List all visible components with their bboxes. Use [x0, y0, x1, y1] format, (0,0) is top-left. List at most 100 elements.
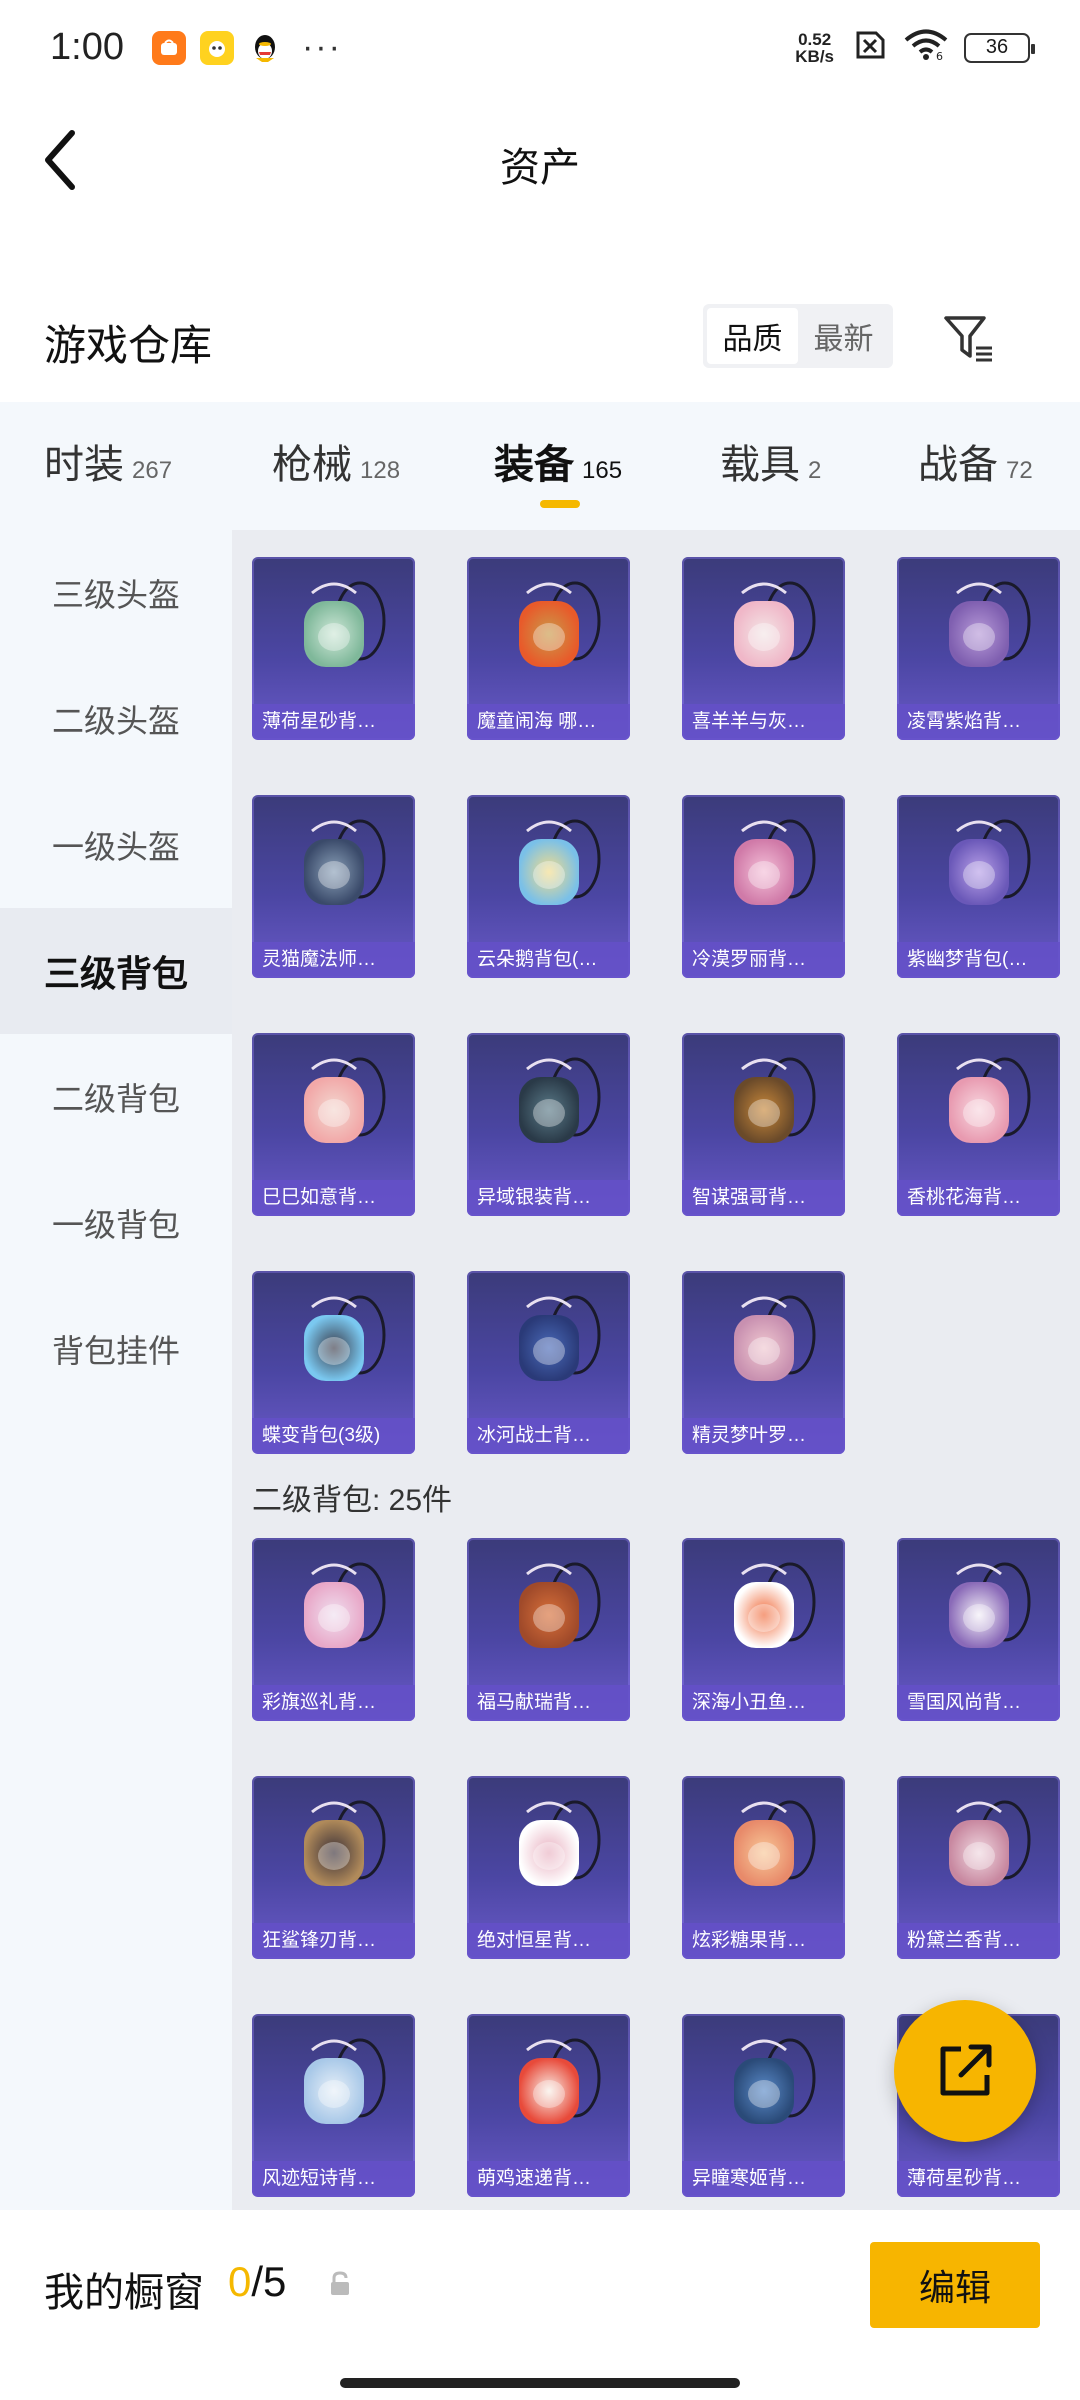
backpack-art-icon [519, 2038, 601, 2124]
item-card[interactable]: 蝶变背包(3级) [252, 1271, 415, 1454]
backpack-art-icon [519, 819, 601, 905]
edit-showcase-button[interactable]: 编辑 [870, 2242, 1040, 2328]
item-card-name: 智谋强哥背… [682, 1180, 845, 1216]
backpack-art-icon [304, 1057, 386, 1143]
item-card[interactable]: 粉黛兰香背… [897, 1776, 1060, 1959]
backpack-art-icon [519, 1295, 601, 1381]
item-card[interactable]: 炫彩糖果背… [682, 1776, 845, 1959]
item-card-name: 绝对恒星背… [467, 1923, 630, 1959]
tab-weapons[interactable]: 枪械 128 [272, 432, 400, 490]
showcase-bar: 我的橱窗 0/5 编辑 [0, 2210, 1080, 2400]
item-card[interactable]: 凌霄紫焰背… [897, 557, 1060, 740]
item-card[interactable]: 狂鲨锋刃背… [252, 1776, 415, 1959]
item-card[interactable]: 紫幽梦背包(… [897, 795, 1060, 978]
tab-label: 时装 [44, 443, 124, 487]
tab-count: 2 [808, 457, 822, 484]
item-card[interactable]: 深海小丑鱼… [682, 1538, 845, 1721]
item-card[interactable]: 雪国风尚背… [897, 1538, 1060, 1721]
item-card-name: 薄荷星砂背… [252, 704, 415, 740]
backpack-art-icon [734, 819, 816, 905]
status-bar: 1:00 ··· 0.52 KB/s 6 36 [0, 0, 1080, 95]
sort-by-quality-button[interactable]: 品质 [707, 308, 798, 364]
item-card[interactable]: 巳巳如意背… [252, 1033, 415, 1216]
network-speed: 0.52 KB/s [795, 31, 834, 65]
backpack-art-icon [734, 581, 816, 667]
item-card-name: 冰河战士背… [467, 1418, 630, 1454]
top-app-bar: 资产 [0, 95, 1080, 230]
backpack-art-icon [949, 1800, 1031, 1886]
item-card[interactable]: 福马献瑞背… [467, 1538, 630, 1721]
item-card[interactable]: 薄荷星砂背… [252, 557, 415, 740]
sidebar-item-helmet-lv3[interactable]: 三级头盔 [0, 530, 232, 656]
backpack-art-icon [949, 819, 1031, 905]
item-card-name: 粉黛兰香背… [897, 1923, 1060, 1959]
item-card[interactable]: 风迹短诗背… [252, 2014, 415, 2197]
item-card-name: 凌霄紫焰背… [897, 704, 1060, 740]
backpack-art-icon [304, 1562, 386, 1648]
item-card[interactable]: 萌鸡速递背… [467, 2014, 630, 2197]
item-card[interactable]: 精灵梦叶罗… [682, 1271, 845, 1454]
warehouse-header: 游戏仓库 品质 最新 [0, 290, 1080, 390]
tab-supplies[interactable]: 战备 72 [918, 432, 1033, 490]
item-card[interactable]: 冷漠罗丽背… [682, 795, 845, 978]
item-card[interactable]: 异域银装背… [467, 1033, 630, 1216]
backpack-art-icon [734, 1562, 816, 1648]
filter-button[interactable] [940, 310, 996, 366]
item-card-name: 香桃花海背… [897, 1180, 1060, 1216]
item-card[interactable]: 智谋强哥背… [682, 1033, 845, 1216]
status-app-icons: ··· [151, 28, 342, 67]
lock-icon [331, 2271, 349, 2295]
backpack-art-icon [304, 2038, 386, 2124]
item-card[interactable]: 异瞳寒姬背… [682, 2014, 845, 2197]
share-fab-button[interactable] [894, 2000, 1036, 2142]
backpack-art-icon [304, 581, 386, 667]
sidebar-item-helmet-lv1[interactable]: 一级头盔 [0, 782, 232, 908]
tab-equipment[interactable]: 装备 165 [494, 432, 622, 490]
battery-level: 36 [985, 36, 1009, 58]
backpack-art-icon [949, 1562, 1031, 1648]
battery-icon: 36 [964, 32, 1035, 63]
item-card[interactable]: 灵猫魔法师… [252, 795, 415, 978]
tab-count: 128 [360, 457, 401, 484]
item-card-name: 异域银装背… [467, 1180, 630, 1216]
item-card-name: 灵猫魔法师… [252, 942, 415, 978]
sidebar-item-backpack-lv3[interactable]: 三级背包 [0, 908, 232, 1034]
sort-by-newest-button[interactable]: 最新 [798, 308, 889, 364]
sidebar-item-backpack-lv2[interactable]: 二级背包 [0, 1034, 232, 1160]
filter-icon [944, 316, 992, 362]
network-speed-unit: KB/s [795, 46, 834, 66]
item-card-name: 精灵梦叶罗… [682, 1418, 845, 1454]
sidebar-item-backpack-charm[interactable]: 背包挂件 [0, 1286, 232, 1412]
home-indicator [340, 2378, 740, 2388]
item-card[interactable]: 绝对恒星背… [467, 1776, 630, 1959]
subcategory-sidebar: 三级头盔 二级头盔 一级头盔 三级背包 二级背包 一级背包 背包挂件 [0, 530, 232, 2210]
tab-fashion[interactable]: 时装 267 [44, 432, 172, 490]
level3-backpack-grid: 薄荷星砂背… 魔童闹海 哪… 喜羊羊与灰… 凌霄紫焰背… 灵猫魔法师… 云朵鹅背包(… 冷漠… [252, 557, 1060, 1454]
sidebar-item-helmet-lv2[interactable]: 二级头盔 [0, 656, 232, 782]
item-card-name: 蝶变背包(3级) [252, 1418, 415, 1454]
item-card[interactable]: 喜羊羊与灰… [682, 557, 845, 740]
backpack-art-icon [304, 819, 386, 905]
tab-count: 267 [132, 457, 173, 484]
item-card[interactable]: 彩旗巡礼背… [252, 1538, 415, 1721]
item-card-name: 冷漠罗丽背… [682, 942, 845, 978]
backpack-art-icon [734, 1057, 816, 1143]
tab-vehicles[interactable]: 载具 2 [720, 432, 821, 490]
item-card-name: 炫彩糖果背… [682, 1923, 845, 1959]
no-sim-icon [850, 30, 888, 65]
item-card-name: 薄荷星砂背… [897, 2161, 1060, 2197]
sort-toggle: 品质 最新 [703, 304, 893, 368]
backpack-art-icon [519, 1562, 601, 1648]
item-card-name: 福马献瑞背… [467, 1685, 630, 1721]
item-card[interactable]: 云朵鹅背包(… [467, 795, 630, 978]
backpack-art-icon [949, 1057, 1031, 1143]
taobao-icon [151, 30, 186, 65]
item-card[interactable]: 魔童闹海 哪… [467, 557, 630, 740]
item-card-name: 紫幽梦背包(… [897, 942, 1060, 978]
item-card[interactable]: 香桃花海背… [897, 1033, 1060, 1216]
item-card-name: 云朵鹅背包(… [467, 942, 630, 978]
item-card[interactable]: 冰河战士背… [467, 1271, 630, 1454]
item-card-name: 萌鸡速递背… [467, 2161, 630, 2197]
item-card-name: 雪国风尚背… [897, 1685, 1060, 1721]
sidebar-item-backpack-lv1[interactable]: 一级背包 [0, 1160, 232, 1286]
